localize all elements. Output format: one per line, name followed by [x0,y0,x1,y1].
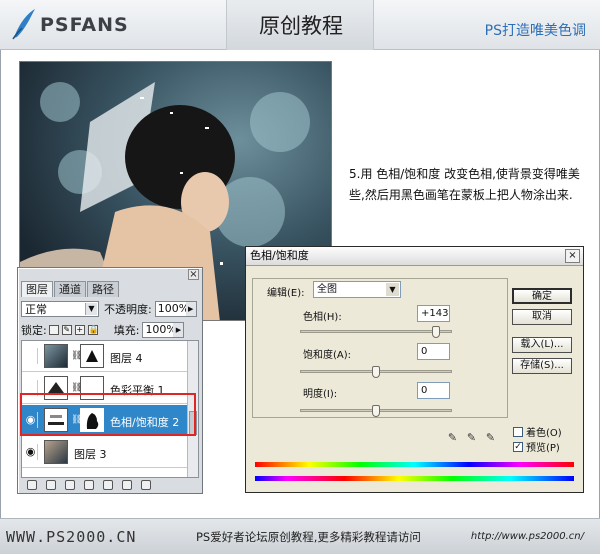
dialog-title: 色相/饱和度 [246,247,583,266]
layer-name: 图层 4 [110,352,143,365]
eye-icon[interactable]: ◉ [24,444,38,460]
load-button[interactable]: 载入(L)... [512,337,572,353]
step-description: 5.用 色相/饱和度 改变色相,使背景变得唯美些,然后用黑色画笔在蒙板上把人物涂… [349,167,580,202]
layer-style-icon[interactable] [46,480,56,490]
opacity-value: 100% [157,302,190,315]
lock-move-icon[interactable]: + [74,325,85,335]
close-icon[interactable]: × [565,249,580,263]
adjustment-group: 编辑(E): 全图 ▼ 色相(H): +143 饱和度(A): 0 明度(I):… [252,278,508,418]
close-icon[interactable]: × [188,269,199,280]
preview-checkbox-box[interactable]: ✓ [513,441,523,452]
edit-range-select[interactable]: 全图 ▼ [313,281,401,298]
tab-layers[interactable]: 图层 [21,281,53,297]
new-group-icon[interactable] [103,480,113,490]
visibility-toggle[interactable] [24,348,38,364]
lock-row: 锁定: ✎ + 🔒 填充: 100% ▶ [21,321,185,339]
input-color-bar [255,462,574,467]
lock-transparency-icon[interactable] [48,325,59,335]
new-layer-icon[interactable] [122,480,132,490]
eyedropper-plus-icon[interactable]: ✎ [465,432,478,445]
footer-text: PS爱好者论坛原创教程,更多精彩教程请访问 [196,530,421,544]
eyedropper-minus-icon[interactable]: ✎ [484,432,497,445]
trash-icon[interactable] [141,480,151,490]
chevron-right-icon: ▶ [185,302,196,316]
layers-panel: × 图层 通道 路径 正常 ▼ 不透明度: 100% ▶ 锁定: ✎ + 🔒 填… [17,267,203,494]
opacity-input[interactable]: 100% ▶ [154,301,197,317]
adjustment-layer-icon[interactable] [84,480,94,490]
fill-value: 100% [145,323,177,336]
lock-all-icon[interactable]: 🔒 [87,325,99,335]
chevron-right-icon: ▶ [173,323,184,337]
hue-slider-knob[interactable] [432,326,441,338]
hue-input[interactable]: +143 [417,305,450,322]
lock-options: ✎ + 🔒 [48,325,99,335]
page-title: 原创教程 [259,14,343,38]
saturation-input[interactable]: 0 [417,343,450,360]
footer-url[interactable]: http://www.ps2000.cn/ [471,531,584,542]
save-button[interactable]: 存储(S)... [512,358,572,374]
logo-text: PSFANS [40,14,129,36]
preview-checkbox[interactable]: ✓ 预览(P) [513,439,560,454]
layer-thumbnail [44,440,68,464]
page-subtitle: PS打造唯美色调 [484,23,586,39]
colorize-checkbox-box[interactable] [513,426,523,437]
saturation-label: 饱和度(A): [303,350,352,361]
tab-paths[interactable]: 路径 [87,281,119,297]
add-mask-icon[interactable] [65,480,75,490]
layer-row-layer-4[interactable]: ⛓ 图层 4 [22,341,188,372]
layer-name: 图层 3 [74,448,107,461]
saturation-slider-knob[interactable] [372,366,380,378]
edit-label: 编辑(E): [267,288,305,299]
colorize-checkbox[interactable]: 着色(O) [513,424,562,439]
lightness-input[interactable]: 0 [417,382,450,399]
highlight-box [20,393,196,436]
link-layers-icon[interactable] [27,480,37,490]
lock-paint-icon[interactable]: ✎ [61,325,72,335]
lightness-slider-knob[interactable] [372,405,380,417]
layer-thumbnail [44,344,68,368]
cancel-button[interactable]: 取消 [512,309,572,325]
chevron-down-icon: ▼ [85,303,97,315]
chevron-down-icon: ▼ [386,283,399,296]
edit-range-value: 全图 [317,284,337,295]
header-bar: PSFANS 原创教程 PS打造唯美色调 [0,0,600,50]
layer-row-layer-3[interactable]: ◉ 图层 3 [22,437,188,468]
blend-row: 正常 ▼ 不透明度: 100% ▶ [21,300,197,318]
footer-site: WWW.PS2000.CN [6,528,137,546]
header-title-panel: 原创教程 [226,0,374,50]
fill-input[interactable]: 100% ▶ [142,322,185,338]
hue-saturation-dialog: 色相/饱和度 × 编辑(E): 全图 ▼ 色相(H): +143 饱和度(A):… [245,246,584,493]
hue-label: 色相(H): [303,312,342,323]
tab-channels[interactable]: 通道 [54,281,86,297]
fill-label: 填充: [113,324,140,337]
ok-button[interactable]: 确定 [512,288,572,304]
colorize-label: 着色(O) [526,428,562,439]
output-color-bar [255,476,574,481]
blend-mode-select[interactable]: 正常 ▼ [21,301,99,317]
logo-feather-icon [8,6,38,42]
preview-label: 预览(P) [526,443,560,454]
opacity-label: 不透明度: [104,303,152,316]
mask-thumbnail [80,344,104,368]
blend-mode-value: 正常 [25,303,47,316]
hue-slider-track[interactable] [300,330,452,333]
eyedropper-icon[interactable]: ✎ [446,432,459,445]
lock-label: 锁定: [21,324,47,337]
layers-footer-toolbar [21,480,199,492]
footer-bar: WWW.PS2000.CN PS爱好者论坛原创教程,更多精彩教程请访问 http… [0,518,600,554]
lightness-label: 明度(I): [303,389,338,400]
panel-tabs: 图层 通道 路径 [21,281,120,297]
